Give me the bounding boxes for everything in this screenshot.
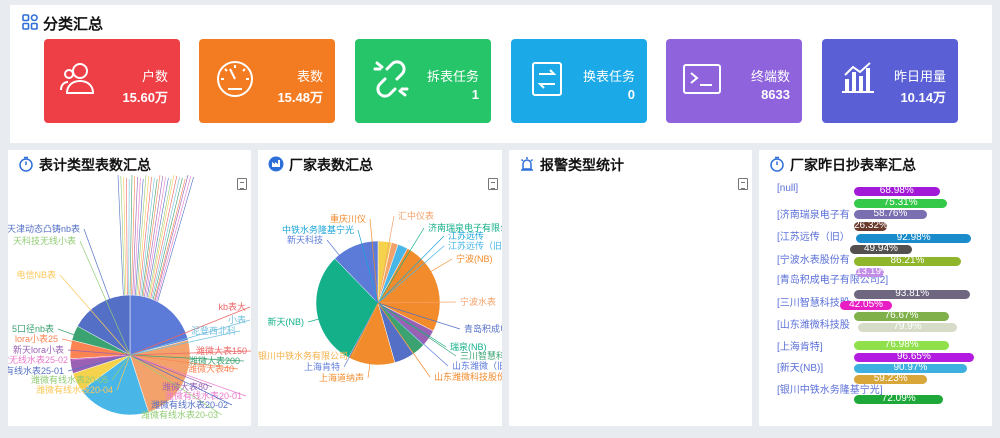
- meter-type-label: 电信NB表: [16, 269, 56, 280]
- read-rate-title: 厂家昨日抄表率汇总: [790, 157, 916, 173]
- meter-type-label: 天科技无线小表: [13, 235, 76, 246]
- read-rate-value: 49.94%: [864, 243, 898, 254]
- card-dismantle-tasks[interactable]: 拆表任务 1: [355, 39, 491, 123]
- manufacturer-label: 重庆川仪: [330, 213, 366, 224]
- card-value: 1: [471, 87, 479, 102]
- meter-type-label: lora小表25: [15, 333, 58, 344]
- meter-type-label: 潍微有线水表20-03: [141, 409, 218, 420]
- card-yesterday-usage[interactable]: 昨日用量 10.14万: [822, 39, 958, 123]
- alarm-icon: [519, 156, 535, 175]
- summary-title: 分类汇总: [43, 16, 104, 33]
- manufacturer-label: 宁波水表: [460, 296, 496, 307]
- manufacturer-label: 中铁水务隆基宁光: [282, 224, 354, 235]
- meter-type-label: 潍微有线水表20-05: [31, 374, 108, 385]
- meter-type-label: 天津动态凸铸nb表: [8, 223, 80, 234]
- grid-icon: [22, 13, 38, 34]
- meter-type-label: 潍微有线水表20-02: [151, 399, 228, 410]
- manufacturer-label: 三川智慧科技: [460, 350, 502, 361]
- manufacturer-label: 新天科技: [287, 234, 323, 245]
- meter-type-pie: 天津动态凸铸nb表天科技无线小表电信NB表 kb表大小表 5口径nb表lora小表2…: [8, 174, 251, 420]
- card-value: 0: [627, 87, 635, 102]
- manufacturer-label: 上海肯特: [304, 361, 340, 372]
- read-rate-value: 26.32%: [854, 220, 888, 231]
- manufacturer-label: 新天(NB): [268, 316, 305, 327]
- swap-icon: [525, 57, 569, 101]
- meter-type-panel: 表计类型表数汇总 天津动态凸铸nb表 天科技无线小表 电信NB表 kb表大 小表 5口径n…: [8, 150, 251, 426]
- manufacturer-label: 江苏远传: [448, 230, 484, 241]
- read-rate-category-label: [山东潍微科技股: [777, 320, 850, 331]
- read-rate-category-label: [上海肯特]: [777, 342, 823, 353]
- manufacturer-label: 汇中仪表: [398, 210, 434, 221]
- gauge-icon: [213, 57, 257, 101]
- meter-type-label: 潍微有线水表20-04: [36, 384, 113, 395]
- read-rate-header: 厂家昨日抄表率汇总: [769, 155, 916, 175]
- card-label: 拆表任务: [426, 69, 479, 84]
- meter-type-label: 小表: [228, 314, 246, 325]
- alarm-title: 报警类型统计: [540, 157, 624, 173]
- summary-header: 分类汇总: [22, 13, 103, 34]
- manufacturer-label: 银川中铁水务有限公司: [258, 350, 348, 361]
- read-rate-value: 76.98%: [884, 339, 919, 350]
- manufacturer-pie: 重庆川仪汇中仪表济南瑞泉电子有限公江苏远传江苏远传（旧）宁波(NB)宁波水表青岛…: [258, 210, 502, 383]
- read-rate-panel: 厂家昨日抄表率汇总 [null] [济南瑞泉电子有 [江苏远传（旧） [宁波水表股份有…: [759, 150, 992, 426]
- card-value: 10.14万: [900, 90, 946, 105]
- manufacturer-panel: 厂家表数汇总 重庆川仪汇中仪表济南瑞泉电子有限公江苏远传江苏远传（旧）宁波(NB…: [258, 150, 502, 426]
- stopwatch-icon: [769, 156, 785, 175]
- card-label: 换表任务: [582, 69, 635, 84]
- card-value: 15.60万: [122, 90, 168, 105]
- card-meters[interactable]: 表数 15.48万: [199, 39, 335, 123]
- read-rate-value: 68.98%: [879, 185, 914, 196]
- manufacturer-label: 山东潍微科技股份有限: [434, 371, 502, 382]
- meter-type-label: kb表大: [218, 301, 246, 312]
- meter-type-label: 新天lora小表: [13, 344, 64, 355]
- read-rate-category-label: [江苏远传（旧）: [777, 232, 850, 243]
- summary-panel: 分类汇总 户数 15.60万 表数 15.48万 拆表任务 1 换表任务 0 终…: [10, 5, 992, 143]
- meter-type-label: 5口径nb表: [12, 323, 54, 334]
- manufacturer-label: 上海道纳声: [319, 372, 364, 383]
- manufacturer-label: 宁波(NB): [456, 253, 493, 264]
- read-rate-value: 72.09%: [881, 393, 916, 404]
- meter-type-label: 潍微无线水表25-02: [8, 354, 68, 365]
- card-households[interactable]: 户数 15.60万: [44, 39, 180, 123]
- read-rate-category-label: [null]: [777, 183, 799, 194]
- read-rate-value: 79.9%: [893, 321, 922, 332]
- users-icon: [58, 57, 102, 101]
- read-rate-category-label: [宁波水表股份有: [777, 255, 850, 266]
- manufacturer-label: 江苏远传（旧）: [448, 240, 502, 251]
- read-rate-value: 58.76%: [873, 208, 908, 219]
- card-replace-tasks[interactable]: 换表任务 0: [511, 39, 647, 123]
- meter-type-label: 潍微大表150: [196, 345, 247, 356]
- read-rate-value: 59.23%: [873, 373, 908, 384]
- bar-chart-icon: [836, 57, 880, 101]
- read-rate-category-label: [新天(NB)]: [777, 363, 824, 374]
- terminal-icon: [680, 57, 724, 101]
- read-rate-value: 13.19%: [856, 266, 890, 277]
- manufacturer-label: 山东潍微（旧）: [452, 360, 502, 371]
- manufacturer-label: 青岛积成电: [464, 323, 502, 334]
- card-value: 8633: [761, 87, 790, 102]
- meter-type-label: 潍微大表40: [188, 363, 234, 374]
- card-value: 15.48万: [277, 90, 323, 105]
- card-label: 表数: [296, 69, 323, 84]
- data-view-icon[interactable]: [738, 178, 748, 190]
- meter-type-label: 泥登西北科: [191, 325, 236, 336]
- read-rate-category-label: [济南瑞泉电子有: [777, 210, 850, 221]
- card-label: 终端数: [750, 69, 790, 84]
- alarm-header: 报警类型统计: [519, 155, 624, 175]
- card-label: 昨日用量: [893, 69, 946, 84]
- read-rate-category-label: [三川智慧科技股: [777, 298, 850, 309]
- alarm-panel: 报警类型统计: [509, 150, 752, 426]
- card-terminals[interactable]: 终端数 8633: [666, 39, 802, 123]
- broken-link-icon: [369, 57, 413, 101]
- card-label: 户数: [141, 69, 168, 84]
